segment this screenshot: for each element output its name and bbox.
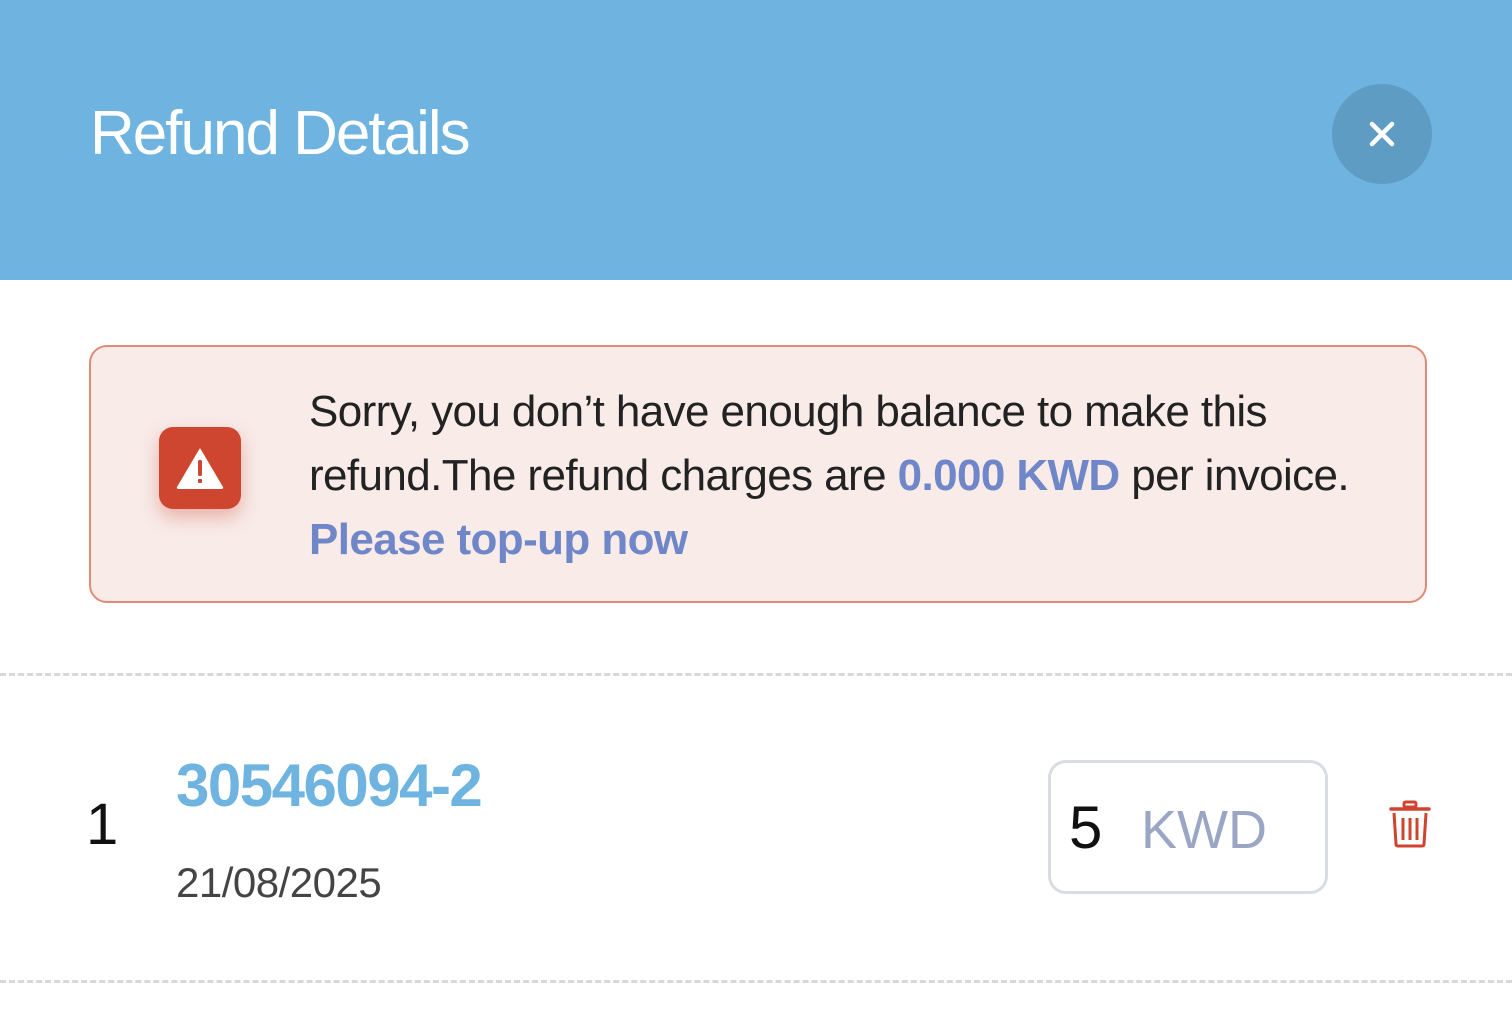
invoice-date: 21/08/2025 [176,859,382,906]
divider [0,673,1512,676]
divider [0,980,1512,983]
refund-amount-input[interactable] [1069,793,1129,863]
row-index: 1 [86,792,119,857]
currency-label: KWD [1141,800,1267,860]
delete-button[interactable] [1388,800,1438,856]
close-button[interactable] [1332,84,1432,184]
modal-title: Refund Details [90,99,471,168]
alert-message-part2: per invoice. [1119,451,1350,500]
invoice-id-link[interactable]: 30546094-2 [176,750,483,822]
refund-details-modal: Refund Details Sorry, you don’t have eno… [0,0,1512,1026]
alert-message: Sorry, you don’t have enough balance to … [309,380,1399,572]
trash-icon [1389,800,1431,848]
topup-link[interactable]: Please top-up now [309,515,688,564]
close-icon [1369,121,1395,147]
refund-amount-field[interactable]: KWD [1048,760,1328,894]
refund-charge-amount: 0.000 KWD [897,451,1121,500]
modal-header: Refund Details [0,0,1512,280]
insufficient-balance-alert: Sorry, you don’t have enough balance to … [89,345,1427,603]
warning-icon [159,427,241,509]
